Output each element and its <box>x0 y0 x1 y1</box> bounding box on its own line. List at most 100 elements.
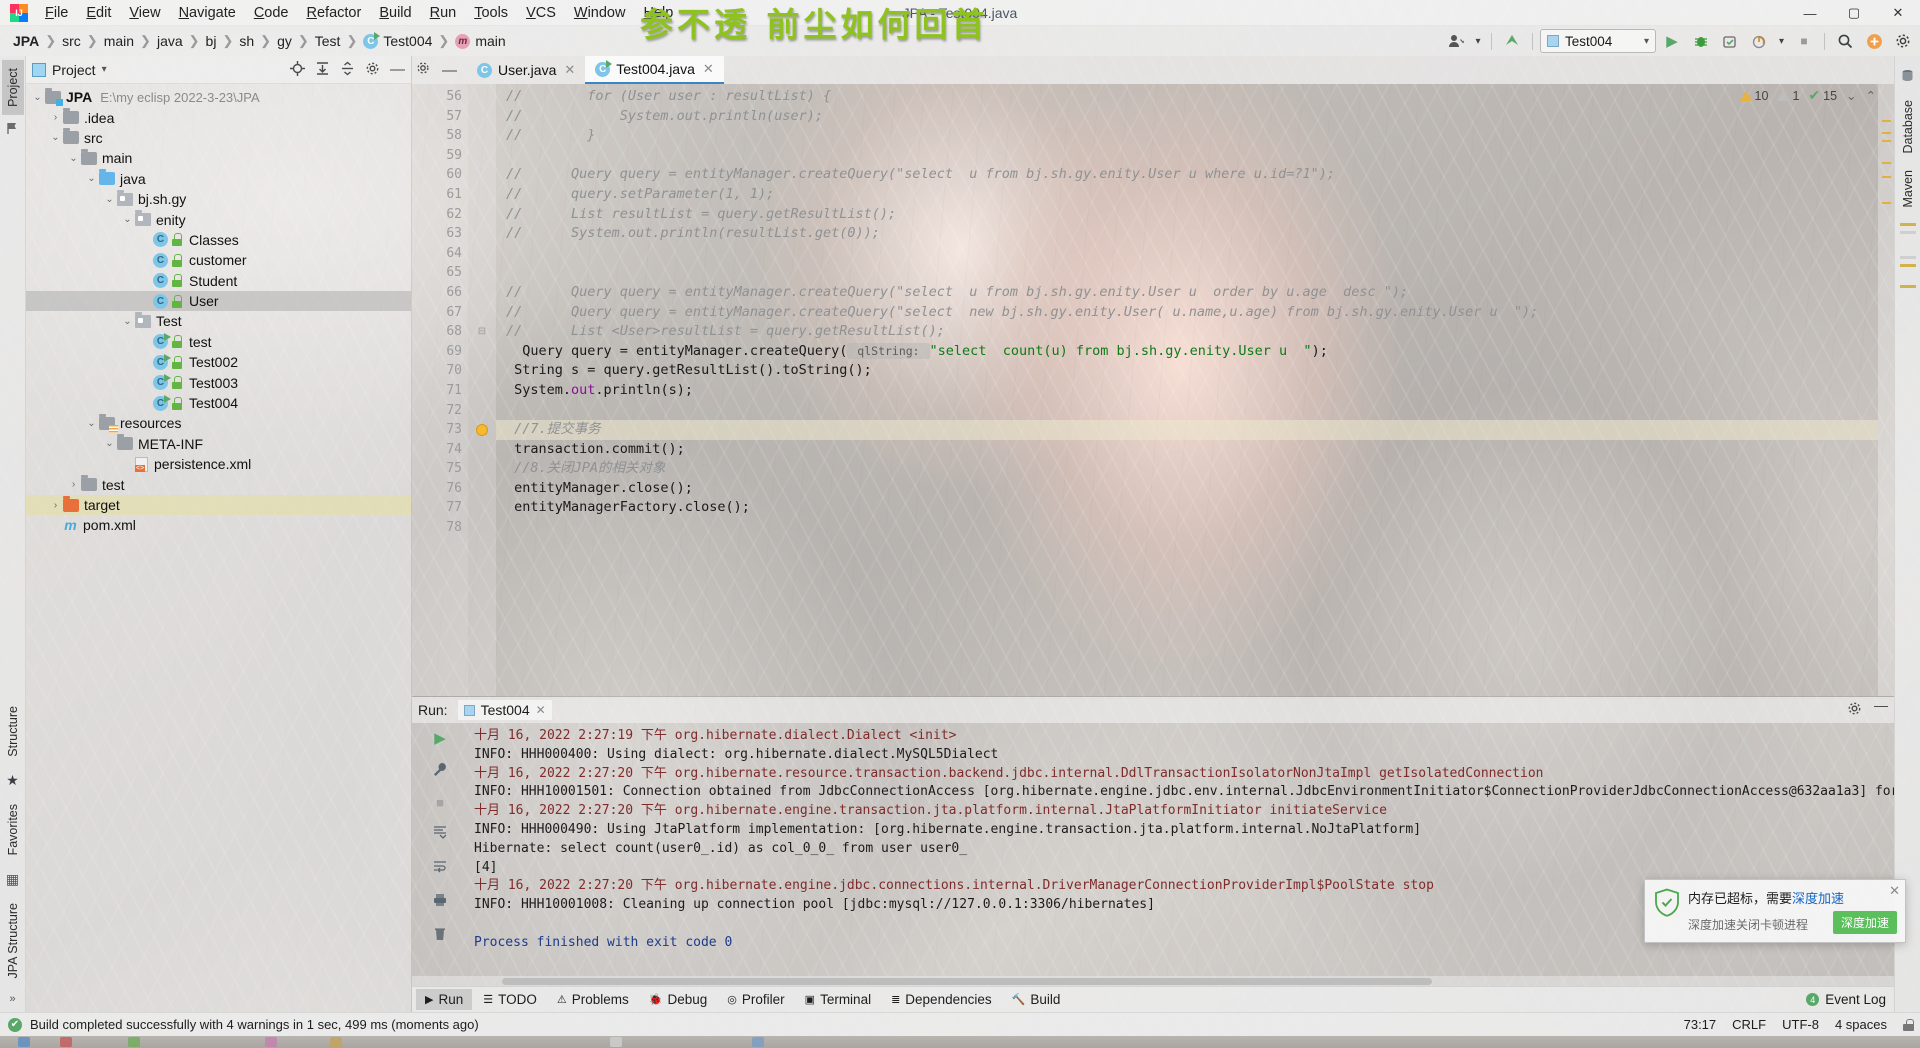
tree-node-resources[interactable]: ⌄ resources <box>26 413 411 433</box>
menu-build[interactable]: Build <box>370 2 420 24</box>
code-line[interactable] <box>496 146 1878 166</box>
tree-expand-arrow[interactable]: ⌄ <box>66 153 81 164</box>
scroll-to-end-icon[interactable] <box>432 824 448 844</box>
minimize-button[interactable]: — <box>1788 0 1832 26</box>
code-line[interactable]: // } <box>496 126 1878 146</box>
tool-window-todo[interactable]: ☰ TODO <box>474 989 546 1010</box>
caret-position[interactable]: 73:17 <box>1684 1017 1717 1032</box>
run-configuration-selector[interactable]: Test004 ▾ <box>1540 29 1656 53</box>
menu-edit[interactable]: Edit <box>77 2 120 24</box>
notification-popup[interactable]: 内存已超标，需要深度加速 深度加速关闭卡顿进程 深度加速 ✕ <box>1644 879 1906 943</box>
tool-window-debug[interactable]: 🐞 Debug <box>640 989 717 1010</box>
tool-window-dependencies[interactable]: ≣ Dependencies <box>882 989 1001 1010</box>
code-line[interactable]: // List resultList = query.getResultList… <box>496 205 1878 225</box>
tree-node-meta-inf[interactable]: ⌄ META-INF <box>26 434 411 454</box>
plugin-add-icon[interactable] <box>1861 29 1887 53</box>
tool-window-build[interactable]: 🔨 Build <box>1003 989 1070 1010</box>
code-line[interactable]: Query query = entityManager.createQuery(… <box>496 342 1878 362</box>
collapse-all-icon[interactable] <box>340 61 355 79</box>
code-line[interactable]: String s = query.getResultList().toStrin… <box>496 361 1878 381</box>
menu-help[interactable]: Help <box>634 2 682 24</box>
sidebar-tab-database[interactable]: Database <box>1897 92 1919 162</box>
rerun-icon[interactable]: ▶ <box>434 729 446 747</box>
settings-gear-icon[interactable] <box>1890 29 1916 53</box>
tree-node-enity[interactable]: ⌄ enity <box>26 209 411 229</box>
tree-node-java[interactable]: ⌄ java <box>26 169 411 189</box>
editor-error-stripe[interactable] <box>1878 84 1894 696</box>
profile-button[interactable] <box>1746 29 1772 53</box>
breadcrumb-java[interactable]: java <box>152 31 188 51</box>
tree-node-.idea[interactable]: › .idea <box>26 107 411 127</box>
sidebar-tab-maven[interactable]: Maven <box>1897 162 1919 216</box>
warning-count-chip[interactable]: 10 <box>1739 89 1768 103</box>
close-window-button[interactable]: ✕ <box>1876 0 1920 26</box>
star-favorites-icon[interactable]: ★ <box>6 772 19 789</box>
tree-node-test[interactable]: › test <box>26 474 411 494</box>
breadcrumb-sh[interactable]: sh <box>234 31 259 51</box>
tree-expand-arrow[interactable]: › <box>48 112 63 123</box>
inspection-collapse-icon[interactable]: ⌃ <box>1866 88 1876 103</box>
weak-warning-count-chip[interactable]: 1 <box>1777 89 1799 103</box>
account-icon[interactable] <box>1443 29 1469 53</box>
intention-bulb-icon[interactable] <box>468 420 496 440</box>
editor-icon-gutter[interactable]: ⊟ <box>468 84 496 696</box>
bookmark-flag-icon[interactable] <box>6 122 19 138</box>
tree-node-persistence.xml[interactable]: persistence.xml <box>26 454 411 474</box>
code-line[interactable]: entityManager.close(); <box>496 479 1878 499</box>
tree-node-src[interactable]: ⌄ src <box>26 128 411 148</box>
grid-icon[interactable]: ▦ <box>6 871 19 888</box>
project-view-caret-icon[interactable]: ▾ <box>102 64 107 75</box>
run-button[interactable]: ▶ <box>1659 29 1685 53</box>
run-tab-test004[interactable]: Test004 ✕ <box>457 700 552 720</box>
tree-node-student[interactable]: C Student <box>26 271 411 291</box>
tree-expand-arrow[interactable]: › <box>48 500 63 511</box>
line-separator[interactable]: CRLF <box>1732 1017 1766 1032</box>
wrench-icon[interactable] <box>432 761 448 781</box>
code-line[interactable]: // Query query = entityManager.createQue… <box>496 283 1878 303</box>
debug-button[interactable] <box>1688 29 1714 53</box>
tree-expand-arrow[interactable]: ⌄ <box>48 132 63 143</box>
tool-window-run[interactable]: ▶ Run <box>416 989 473 1010</box>
menu-window[interactable]: Window <box>565 2 635 24</box>
code-fold-icon[interactable]: ⊟ <box>468 322 496 342</box>
tree-node-test[interactable]: ⌄ Test <box>26 311 411 331</box>
code-line[interactable] <box>496 518 1878 538</box>
run-with-coverage-button[interactable] <box>1717 29 1743 53</box>
menu-run[interactable]: Run <box>421 2 466 24</box>
database-panel-icon[interactable] <box>1901 69 1914 85</box>
run-tab-close-icon[interactable]: ✕ <box>536 703 546 717</box>
tree-expand-arrow[interactable]: › <box>66 479 81 490</box>
editor-tab-close-icon[interactable]: ✕ <box>703 61 714 77</box>
tree-node-user[interactable]: C User <box>26 290 411 312</box>
breadcrumb-main[interactable]: main <box>99 31 139 51</box>
run-panel-hide-icon[interactable]: — <box>1874 698 1888 719</box>
tool-window-terminal[interactable]: ▣ Terminal <box>796 989 880 1010</box>
print-icon[interactable] <box>432 892 448 912</box>
editor-hide-icon[interactable]: — <box>442 63 457 78</box>
tool-window-profiler[interactable]: ◎ Profiler <box>718 989 793 1010</box>
menu-refactor[interactable]: Refactor <box>298 2 371 24</box>
tree-node-customer[interactable]: Ccustomer <box>26 250 411 270</box>
console-horizontal-scrollbar[interactable] <box>412 976 1894 986</box>
tree-node-test003[interactable]: C Test003 <box>26 372 411 392</box>
tree-expand-arrow[interactable]: ⌄ <box>30 92 45 103</box>
tree-node-main[interactable]: ⌄ main <box>26 148 411 168</box>
breadcrumb-bj[interactable]: bj <box>201 31 222 51</box>
lock-icon[interactable] <box>1903 1018 1914 1031</box>
tree-node-test002[interactable]: C Test002 <box>26 352 411 372</box>
code-line[interactable]: entityManagerFactory.close(); <box>496 498 1878 518</box>
tree-node-jpa[interactable]: ⌄ JPA E:\my eclisp 2022-3-23\JPA <box>26 87 411 107</box>
tree-node-test[interactable]: Ctest <box>26 332 411 352</box>
update-project-icon[interactable] <box>1499 29 1525 53</box>
code-line[interactable]: // System.out.println(user); <box>496 107 1878 127</box>
checks-count-chip[interactable]: ✔ 15 <box>1808 87 1837 104</box>
run-panel-settings-icon[interactable] <box>1847 701 1862 719</box>
code-line[interactable]: //7.提交事务 <box>496 420 1878 440</box>
locate-file-icon[interactable] <box>290 60 305 79</box>
code-line[interactable]: // for (User user : resultList) { <box>496 87 1878 107</box>
account-caret-icon[interactable]: ▾ <box>1472 29 1484 53</box>
tree-node-target[interactable]: › target <box>26 494 411 516</box>
sidebar-tab-favorites[interactable]: Favorites <box>2 796 24 863</box>
notification-title-link[interactable]: 深度加速 <box>1792 891 1844 906</box>
soft-wrap-icon[interactable] <box>432 858 448 878</box>
